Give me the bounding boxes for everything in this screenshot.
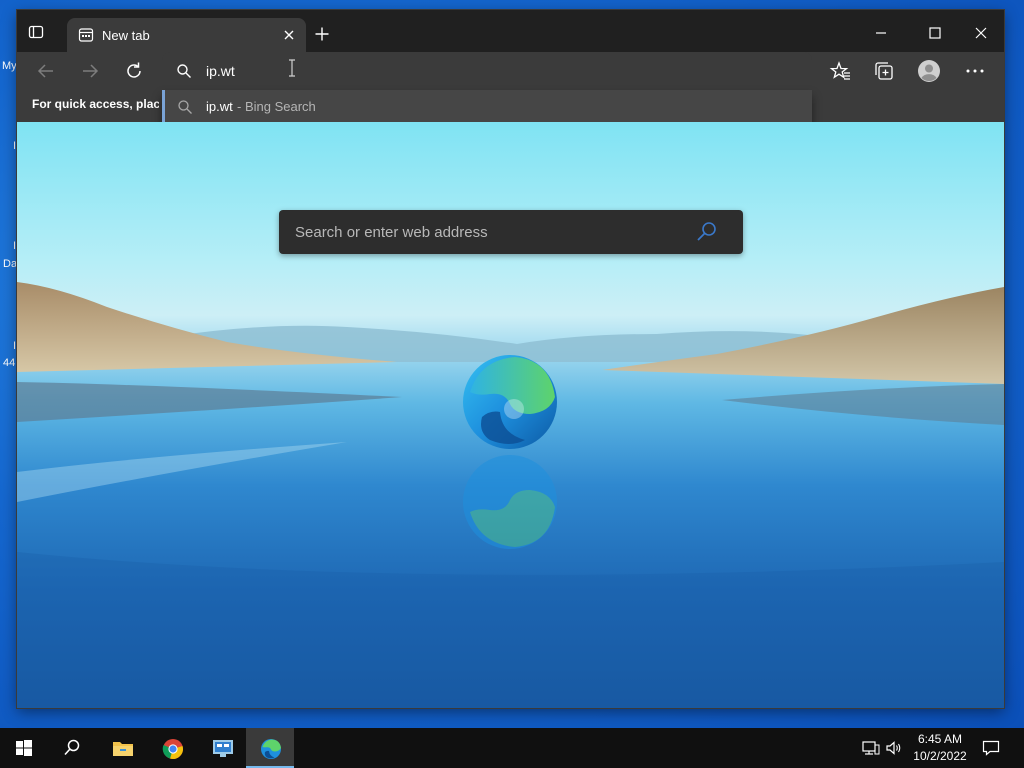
windows-start-icon[interactable]	[0, 728, 48, 768]
chrome-icon[interactable]	[148, 728, 196, 768]
clock-time: 6:45 AM	[917, 732, 963, 746]
network-app-icon[interactable]	[198, 728, 246, 768]
maximize-icon[interactable]	[912, 19, 958, 47]
file-explorer-icon[interactable]	[98, 728, 146, 768]
page-search-input[interactable]	[295, 222, 675, 242]
title-bar: New tab	[17, 10, 1004, 52]
edge-logo-reflection-icon	[463, 455, 557, 549]
new-tab-page	[17, 122, 1004, 708]
edge-taskbar-icon[interactable]	[246, 728, 294, 768]
back-arrow-icon[interactable]	[35, 60, 57, 82]
favorites-star-icon[interactable]	[829, 60, 851, 82]
desktop-icon-label[interactable]: I	[13, 340, 16, 352]
suggestion-query: ip.wt	[206, 99, 233, 114]
minimize-icon[interactable]	[858, 19, 904, 47]
tab-new-tab[interactable]: New tab	[67, 18, 306, 52]
suggestion-source: - Bing Search	[237, 99, 316, 114]
close-tab-icon[interactable]	[282, 28, 296, 42]
refresh-icon[interactable]	[123, 60, 145, 82]
browser-window: New tab ip.wt For quick access, plac ip.…	[17, 10, 1004, 708]
toolbar	[17, 52, 1004, 90]
tab-actions-icon[interactable]	[28, 24, 44, 40]
desktop-icon-label[interactable]: Da	[3, 258, 17, 270]
desktop-icon-label[interactable]: I	[13, 240, 16, 252]
taskbar-clock[interactable]: 6:45 AM 10/2/2022	[908, 731, 972, 765]
collections-icon[interactable]	[873, 60, 895, 82]
desktop-icon-label[interactable]: 44	[3, 357, 15, 369]
page-search-box[interactable]	[279, 210, 743, 254]
search-icon[interactable]	[695, 220, 719, 244]
desktop-icon-label[interactable]: I	[13, 140, 16, 152]
new-tab-page-icon	[78, 27, 94, 43]
desktop-icon-label[interactable]: My	[2, 60, 17, 72]
volume-icon[interactable]	[885, 739, 903, 762]
notifications-icon[interactable]	[982, 739, 1000, 762]
clock-date: 10/2/2022	[913, 749, 967, 763]
search-icon[interactable]	[48, 728, 96, 768]
search-icon	[177, 99, 193, 115]
taskbar: 6:45 AM 10/2/2022	[0, 728, 1024, 768]
tab-title: New tab	[102, 28, 150, 43]
new-tab-plus-icon[interactable]	[314, 26, 330, 42]
more-options-icon[interactable]	[964, 60, 986, 82]
close-window-icon[interactable]	[958, 19, 1004, 47]
suggestion-item[interactable]: ip.wt - Bing Search	[162, 90, 812, 124]
text-cursor-icon	[287, 59, 297, 77]
profile-avatar-icon[interactable]	[918, 60, 940, 82]
search-icon	[176, 63, 192, 79]
address-bar[interactable]	[162, 52, 812, 90]
network-tray-icon[interactable]	[862, 739, 880, 762]
forward-arrow-icon[interactable]	[79, 60, 101, 82]
edge-logo-icon	[463, 355, 557, 449]
favorites-bar-hint: For quick access, place y	[32, 97, 159, 111]
